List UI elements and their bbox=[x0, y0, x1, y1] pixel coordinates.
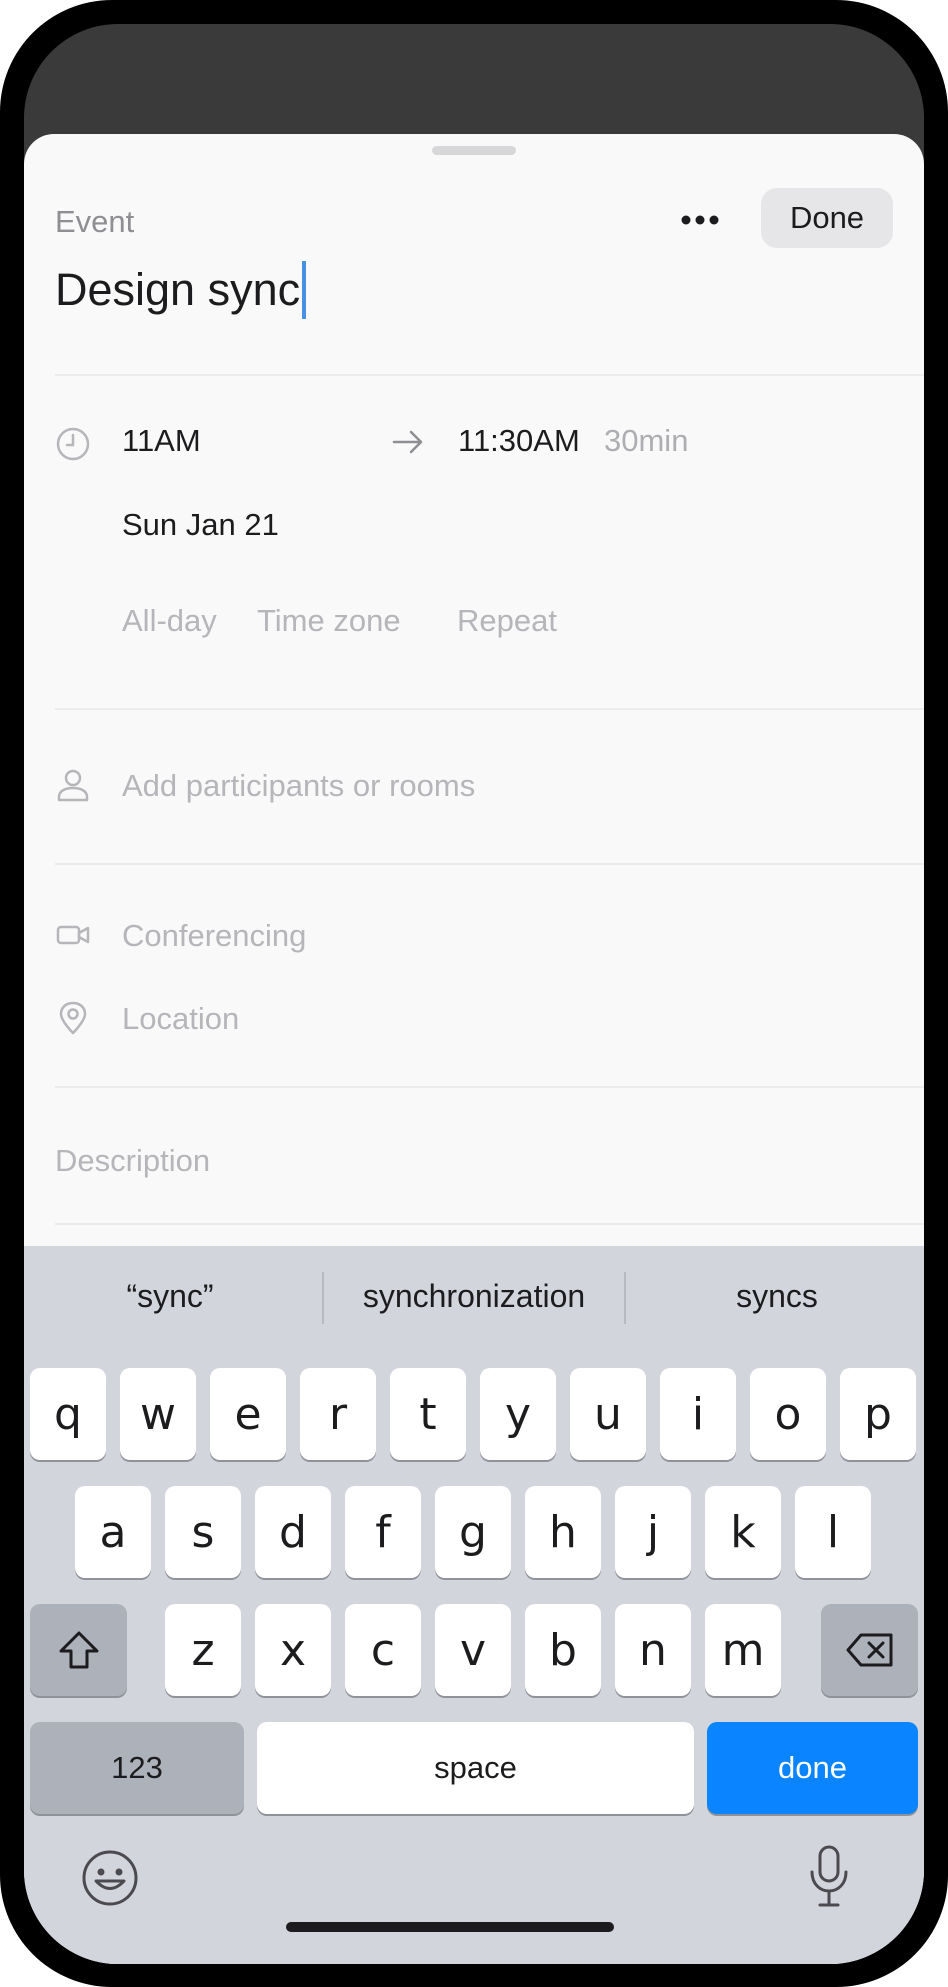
sheet-grabber[interactable] bbox=[432, 146, 516, 155]
key-x[interactable]: x bbox=[255, 1604, 331, 1696]
description-input[interactable]: Description bbox=[55, 1143, 210, 1179]
key-u[interactable]: u bbox=[570, 1368, 646, 1460]
key-b[interactable]: b bbox=[525, 1604, 601, 1696]
key-d[interactable]: d bbox=[255, 1486, 331, 1578]
key-q[interactable]: q bbox=[30, 1368, 106, 1460]
numbers-key[interactable]: 123 bbox=[30, 1722, 244, 1814]
key-k[interactable]: k bbox=[705, 1486, 781, 1578]
phone-frame: Event Done Design sync 11AM 11:30AM 30mi… bbox=[0, 0, 948, 1987]
done-button[interactable]: Done bbox=[761, 188, 893, 248]
location-input[interactable]: Location bbox=[122, 1001, 239, 1037]
key-r[interactable]: r bbox=[300, 1368, 376, 1460]
duration-label: 30min bbox=[604, 423, 689, 458]
key-z[interactable]: z bbox=[165, 1604, 241, 1696]
key-p[interactable]: p bbox=[840, 1368, 916, 1460]
event-date[interactable]: Sun Jan 21 bbox=[122, 507, 279, 543]
home-indicator[interactable] bbox=[286, 1922, 614, 1932]
microphone-icon[interactable] bbox=[806, 1844, 852, 1910]
key-a[interactable]: a bbox=[75, 1486, 151, 1578]
key-v[interactable]: v bbox=[435, 1604, 511, 1696]
suggestion-2[interactable]: synchronization bbox=[328, 1246, 620, 1346]
key-t[interactable]: t bbox=[390, 1368, 466, 1460]
key-o[interactable]: o bbox=[750, 1368, 826, 1460]
conferencing-input[interactable]: Conferencing bbox=[122, 918, 306, 954]
more-options-button[interactable] bbox=[670, 190, 730, 250]
suggestion-1[interactable]: “sync” bbox=[24, 1246, 316, 1346]
event-title-input[interactable]: Design sync bbox=[55, 261, 307, 319]
backspace-icon bbox=[846, 1633, 892, 1667]
key-w[interactable]: w bbox=[120, 1368, 196, 1460]
time-zone-option[interactable]: Time zone bbox=[257, 603, 401, 639]
screen: Event Done Design sync 11AM 11:30AM 30mi… bbox=[24, 24, 924, 1964]
key-m[interactable]: m bbox=[705, 1604, 781, 1696]
person-icon bbox=[57, 769, 89, 802]
location-pin-icon bbox=[59, 1001, 87, 1035]
keyboard: “sync” synchronization syncs q w e r t y… bbox=[24, 1246, 924, 1964]
shift-key[interactable] bbox=[30, 1604, 127, 1696]
key-i[interactable]: i bbox=[660, 1368, 736, 1460]
key-y[interactable]: y bbox=[480, 1368, 556, 1460]
backspace-key[interactable] bbox=[821, 1604, 918, 1696]
divider bbox=[55, 1223, 924, 1225]
key-f[interactable]: f bbox=[345, 1486, 421, 1578]
divider bbox=[55, 708, 924, 710]
start-time[interactable]: 11AM bbox=[122, 423, 201, 459]
key-c[interactable]: c bbox=[345, 1604, 421, 1696]
emoji-icon[interactable] bbox=[80, 1848, 140, 1908]
key-n[interactable]: n bbox=[615, 1604, 691, 1696]
end-time[interactable]: 11:30AM bbox=[458, 423, 580, 459]
divider bbox=[55, 1086, 924, 1088]
key-h[interactable]: h bbox=[525, 1486, 601, 1578]
suggestion-separator bbox=[322, 1272, 324, 1324]
repeat-option[interactable]: Repeat bbox=[457, 603, 557, 639]
key-e[interactable]: e bbox=[210, 1368, 286, 1460]
event-title-text: Design sync bbox=[55, 264, 301, 315]
ellipsis-icon bbox=[681, 215, 719, 225]
key-s[interactable]: s bbox=[165, 1486, 241, 1578]
sheet-label: Event bbox=[55, 204, 135, 239]
participants-input[interactable]: Add participants or rooms bbox=[122, 768, 475, 804]
video-camera-icon bbox=[56, 925, 90, 945]
space-key[interactable]: space bbox=[257, 1722, 694, 1814]
key-l[interactable]: l bbox=[795, 1486, 871, 1578]
keyboard-done-key[interactable]: done bbox=[707, 1722, 918, 1814]
suggestion-separator bbox=[624, 1272, 626, 1324]
text-caret bbox=[302, 261, 307, 319]
shift-arrow-icon bbox=[59, 1631, 98, 1669]
all-day-option[interactable]: All-day bbox=[122, 603, 217, 639]
clock-icon bbox=[56, 427, 90, 461]
key-g[interactable]: g bbox=[435, 1486, 511, 1578]
divider bbox=[55, 374, 924, 376]
divider bbox=[55, 863, 924, 865]
key-j[interactable]: j bbox=[615, 1486, 691, 1578]
arrow-right-icon bbox=[392, 430, 423, 454]
suggestion-3[interactable]: syncs bbox=[630, 1246, 924, 1346]
suggestion-bar: “sync” synchronization syncs bbox=[24, 1246, 924, 1346]
